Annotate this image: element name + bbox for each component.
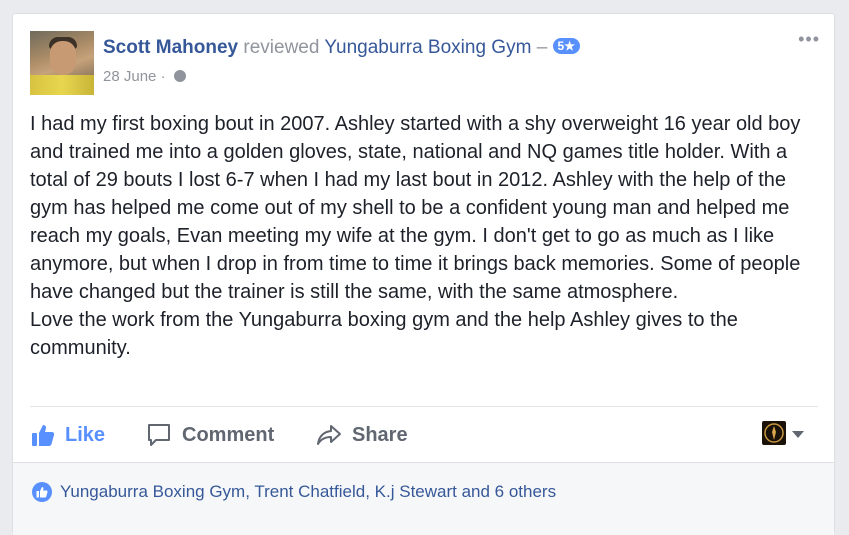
page-name-link[interactable]: Yungaburra Boxing Gym <box>324 37 531 58</box>
share-button[interactable]: Share <box>316 421 408 449</box>
like-button[interactable]: Like <box>31 421 105 449</box>
share-arrow-icon <box>317 425 341 445</box>
post-date-link[interactable]: 28 June <box>103 68 156 85</box>
likes-summary[interactable]: Yungaburra Boxing Gym, Trent Chatfield, … <box>32 482 556 502</box>
post-header: Scott Mahoney reviewed Yungaburra Boxing… <box>103 37 580 59</box>
likes-text[interactable]: Yungaburra Boxing Gym, Trent Chatfield, … <box>60 482 556 502</box>
actions-divider <box>30 406 818 407</box>
thumbs-up-icon <box>32 425 55 446</box>
header-dash: – <box>536 37 548 58</box>
review-paragraph: Love the work from the Yungaburra boxing… <box>30 309 738 359</box>
like-label: Like <box>65 423 106 446</box>
meta-separator: · <box>160 68 166 85</box>
review-post-card: Scott Mahoney reviewed Yungaburra Boxing… <box>12 13 835 535</box>
chevron-down-icon[interactable] <box>792 431 804 438</box>
author-name-link[interactable]: Scott Mahoney <box>103 37 238 58</box>
globe-icon[interactable] <box>173 70 186 82</box>
post-meta: 28 June · <box>103 68 186 85</box>
page-profile-icon[interactable] <box>762 421 786 445</box>
comment-label: Comment <box>182 423 275 446</box>
comment-button[interactable]: Comment <box>146 421 274 449</box>
comment-bubble-icon <box>148 424 170 446</box>
review-paragraph: I had my first boxing bout in 2007. Ashl… <box>30 113 801 303</box>
like-reaction-icon <box>32 482 52 502</box>
review-text: I had my first boxing bout in 2007. Ashl… <box>30 110 820 362</box>
share-label: Share <box>352 423 408 446</box>
likes-footer: Yungaburra Boxing Gym, Trent Chatfield, … <box>13 462 834 535</box>
author-avatar[interactable] <box>30 31 94 95</box>
more-options-icon[interactable]: ••• <box>798 30 820 48</box>
rating-badge: 5★ <box>552 38 580 54</box>
review-action-text: reviewed <box>243 37 320 58</box>
